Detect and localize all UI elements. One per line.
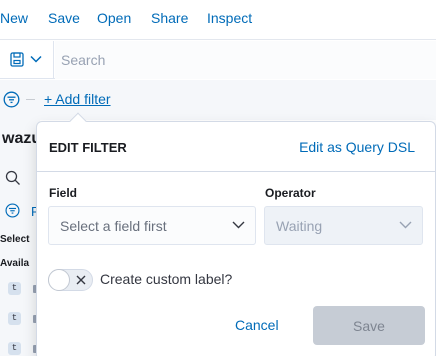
field-combobox-placeholder: Select a field first — [60, 218, 167, 234]
share-menu-item[interactable]: Share — [151, 10, 188, 26]
top-menu: New Save Open Share Inspect — [0, 0, 436, 40]
operator-combobox[interactable]: Waiting — [264, 206, 423, 245]
filter-icon[interactable] — [5, 203, 20, 218]
field-combobox[interactable]: Select a field first — [48, 206, 256, 245]
field-label: Field — [49, 186, 78, 200]
chevron-down-icon — [30, 55, 42, 63]
custom-label-switch[interactable] — [48, 269, 93, 291]
operator-label: Operator — [265, 186, 316, 200]
popover-title: EDIT FILTER — [49, 140, 127, 155]
edit-filter-popover: EDIT FILTER Edit as Query DSL Field Sele… — [36, 112, 436, 356]
string-type-icon: t — [8, 312, 21, 325]
divider — [26, 99, 35, 100]
save-icon — [10, 52, 24, 67]
search-input[interactable] — [55, 41, 436, 79]
inspect-menu-item[interactable]: Inspect — [207, 10, 252, 26]
sidebar-search[interactable] — [0, 168, 40, 190]
chevron-down-icon — [399, 221, 412, 229]
edit-as-query-dsl-link[interactable]: Edit as Query DSL — [299, 139, 415, 155]
add-filter-link[interactable]: + Add filter — [44, 91, 111, 107]
available-fields-label: Availa — [0, 258, 30, 269]
selected-fields-label: Select — [0, 234, 30, 245]
save-menu-item[interactable]: Save — [48, 10, 80, 26]
chevron-down-icon — [232, 221, 245, 229]
cancel-button[interactable]: Cancel — [235, 317, 279, 333]
new-menu-item[interactable]: New — [0, 10, 28, 26]
save-button[interactable]: Save — [313, 306, 425, 345]
search-icon — [5, 170, 20, 185]
string-type-icon: t — [8, 342, 21, 355]
filter-icon[interactable] — [3, 91, 20, 108]
close-icon — [76, 275, 86, 285]
string-type-icon: t — [8, 282, 21, 295]
popover-header: EDIT FILTER Edit as Query DSL — [37, 122, 435, 172]
operator-combobox-value: Waiting — [276, 218, 323, 234]
custom-label-text: Create custom label? — [100, 271, 233, 287]
query-bar — [0, 41, 436, 79]
saved-query-button[interactable] — [0, 41, 54, 79]
switch-knob — [48, 269, 70, 291]
filter-bar: + Add filter — [0, 80, 436, 120]
open-menu-item[interactable]: Open — [97, 10, 131, 26]
